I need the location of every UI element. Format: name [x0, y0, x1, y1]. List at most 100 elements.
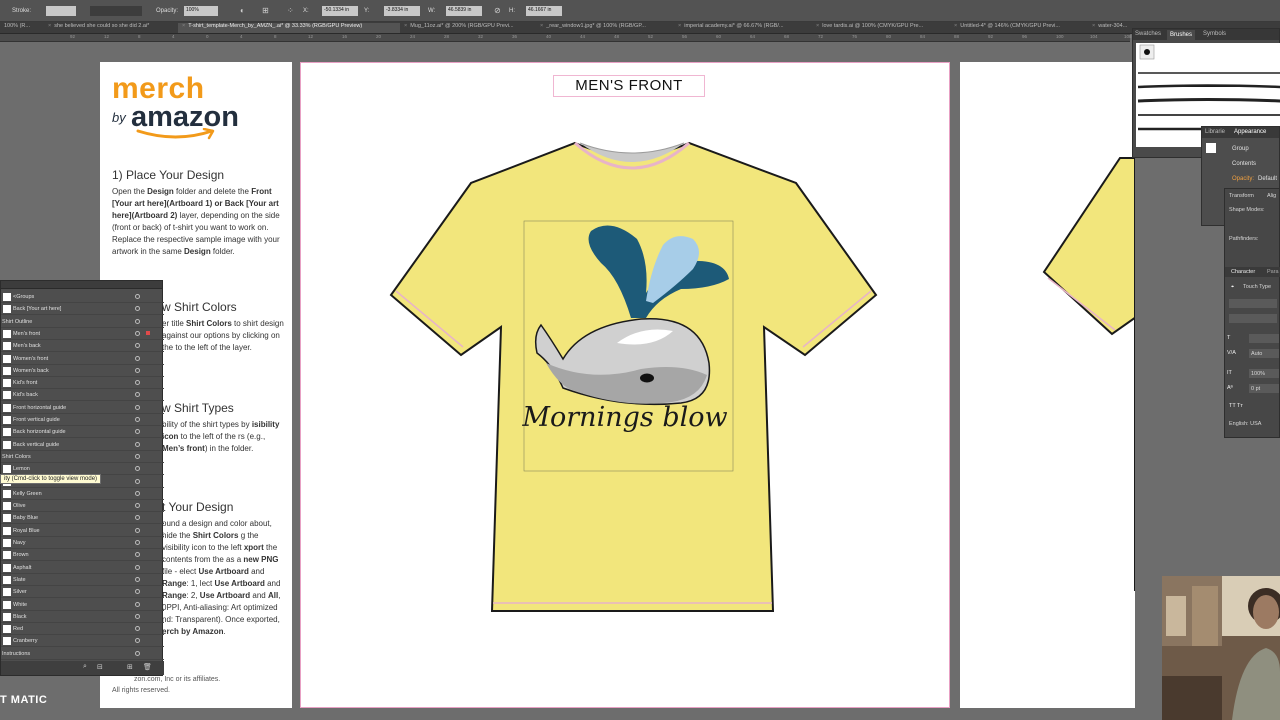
properties-panel[interactable]: Transform Alig Shape Modes: Pathfinders:… [1224, 188, 1280, 438]
visibility-icon[interactable] [135, 441, 140, 447]
layer-row[interactable]: Royal Blue [1, 525, 164, 537]
align-icon[interactable]: ⊞ [262, 6, 269, 15]
tab-2[interactable]: × T-shirt_template-Merch_by_AMZN_.ai* @ 3… [178, 23, 400, 33]
recolor-icon[interactable]: ◐ [240, 6, 245, 15]
language-select[interactable]: English: USA [1229, 421, 1261, 427]
layer-row[interactable]: Kid's front [1, 377, 164, 390]
locate-object-icon[interactable]: ⌕ [83, 663, 87, 671]
visibility-icon[interactable] [135, 318, 140, 324]
tab-align[interactable]: Alig [1267, 193, 1276, 199]
tab-3[interactable]: × Mug_11oz.ai* @ 200% (RGB/GPU Previ... [400, 23, 536, 33]
baseline-shift-field[interactable]: 0 pt [1249, 384, 1279, 393]
visibility-icon[interactable] [135, 540, 140, 545]
visibility-icon[interactable] [135, 355, 140, 361]
opacity-link[interactable]: Opacity: [1232, 176, 1254, 182]
layer-row[interactable]: Baby Blue [1, 512, 164, 525]
visibility-icon[interactable] [135, 453, 140, 459]
visibility-icon[interactable] [135, 429, 140, 435]
opacity-field[interactable]: 100% [184, 6, 218, 16]
tab-swatches[interactable]: Swatches [1135, 31, 1161, 37]
delete-layer-icon[interactable]: 🗑 [143, 663, 152, 671]
layer-row[interactable]: Front vertical guide [1, 414, 164, 426]
layer-row[interactable]: Back vertical guide [1, 439, 164, 451]
close-icon[interactable]: × [182, 23, 185, 29]
tab-7[interactable]: × Untitled-4* @ 146% (CMYK/GPU Previ... [950, 23, 1088, 33]
visibility-icon[interactable] [135, 601, 140, 607]
tab-5[interactable]: × imperial academy.ai* @ 66.67% (RGB/... [674, 23, 812, 33]
stroke-weight-field[interactable] [46, 6, 76, 16]
reference-point-icon[interactable]: ⁘ [287, 6, 294, 15]
layer-row[interactable]: Black [1, 611, 164, 623]
visibility-icon[interactable] [135, 638, 140, 644]
layer-target-icon[interactable] [146, 330, 150, 335]
visibility-icon[interactable] [135, 589, 140, 595]
constrain-proportions-icon[interactable]: ⊘ [494, 6, 501, 15]
tab-0[interactable]: 100% (R... [0, 23, 44, 33]
layer-group-row[interactable]: Shirt Colors [1, 451, 164, 463]
artboard-mens-front[interactable]: MEN'S FRONT Mornings blow [300, 62, 950, 708]
tab-8[interactable]: × water-304... [1088, 23, 1132, 33]
visibility-icon[interactable] [135, 466, 140, 472]
close-icon[interactable]: × [404, 23, 407, 29]
kerning-field[interactable]: Auto [1249, 349, 1279, 358]
tab-character[interactable]: Character [1231, 269, 1255, 275]
visibility-icon[interactable] [135, 503, 140, 509]
close-icon[interactable]: × [816, 23, 819, 29]
visibility-icon[interactable] [135, 478, 140, 484]
layer-row[interactable]: Kid's back [1, 389, 164, 402]
y-field[interactable]: -3.8334 in [384, 6, 420, 16]
tab-1[interactable]: × she believed she could so she did 2.ai* [44, 23, 178, 33]
visibility-icon[interactable] [135, 367, 140, 373]
tab-transform[interactable]: Transform [1229, 193, 1254, 199]
visibility-icon[interactable] [135, 404, 140, 410]
layer-row[interactable]: Men's back [1, 340, 164, 353]
layer-row[interactable]: Front horizontal guide [1, 402, 164, 414]
font-size-field[interactable] [1249, 334, 1279, 343]
layer-row[interactable]: Silver [1, 586, 164, 599]
layer-row[interactable]: Red [1, 623, 164, 636]
font-search-input[interactable] [1229, 299, 1277, 308]
visibility-icon[interactable] [135, 343, 140, 349]
layer-row[interactable]: Brown [1, 549, 164, 562]
visibility-icon[interactable] [135, 576, 140, 582]
tab-4[interactable]: × _rear_window1.jpg* @ 100% (RGB/GP... [536, 23, 674, 33]
layer-row[interactable]: Women's back [1, 365, 164, 377]
tab-symbols[interactable]: Symbols [1203, 31, 1226, 37]
visibility-icon[interactable] [135, 626, 140, 632]
new-layer-icon[interactable]: ⊞ [127, 663, 133, 671]
layer-group-row[interactable]: Instructions [1, 648, 164, 660]
contents-label[interactable]: Contents [1232, 161, 1256, 167]
layer-group-row[interactable]: Shirt Outline [1, 316, 164, 328]
layer-row[interactable]: Asphalt [1, 562, 164, 574]
layer-row[interactable]: Women's front [1, 353, 164, 365]
layer-row[interactable]: Back [Your art here] [1, 303, 164, 316]
visibility-icon[interactable] [135, 306, 140, 312]
visibility-icon[interactable] [135, 515, 140, 521]
tab-appearance[interactable]: Appearance [1234, 129, 1266, 135]
x-field[interactable]: -50.1334 in [322, 6, 358, 16]
layer-row[interactable]: Back horizontal guide [1, 426, 164, 439]
close-icon[interactable]: × [1092, 23, 1095, 29]
text-case-icon[interactable]: TT Tт [1229, 403, 1243, 409]
visibility-icon[interactable] [135, 330, 140, 336]
font-style-select[interactable] [1229, 314, 1277, 323]
visibility-icon[interactable] [135, 564, 140, 570]
layer-row[interactable]: Slate [1, 574, 164, 586]
tab-paragraph[interactable]: Para [1267, 269, 1279, 275]
variable-width-field[interactable] [90, 6, 142, 16]
visibility-icon[interactable] [135, 294, 140, 299]
layer-row[interactable]: Olive [1, 500, 164, 513]
tab-6[interactable]: × love tardis.ai @ 100% (CMYK/GPU Pre... [812, 23, 950, 33]
layer-row[interactable]: White [1, 599, 164, 611]
visibility-icon[interactable] [135, 490, 140, 496]
close-icon[interactable]: × [954, 23, 957, 29]
visibility-icon[interactable] [135, 380, 140, 386]
visibility-icon[interactable] [135, 650, 140, 656]
layer-row[interactable]: <Groups [1, 291, 164, 303]
layer-row[interactable]: Cranberry [1, 635, 164, 648]
close-icon[interactable]: × [678, 23, 681, 29]
new-sublayer-icon[interactable]: ⊟ [97, 663, 103, 671]
close-icon[interactable]: × [48, 23, 51, 29]
tab-libraries[interactable]: Librarie [1205, 129, 1225, 135]
h-field[interactable]: 46.1667 in [526, 6, 562, 16]
